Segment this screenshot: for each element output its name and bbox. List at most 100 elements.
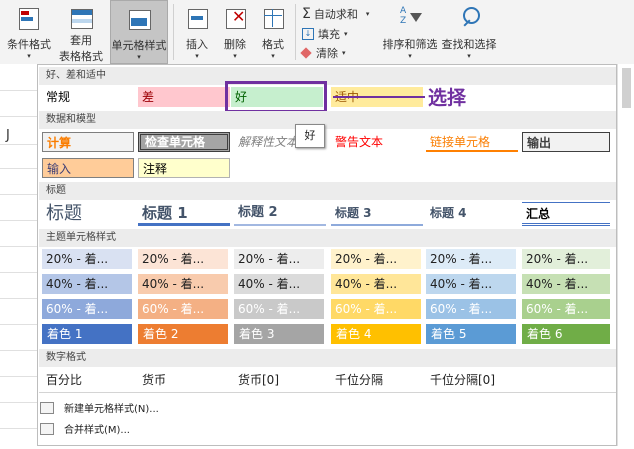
conditional-format-button[interactable]: 条件格式 ▾: [6, 0, 52, 64]
style-60-accent-6[interactable]: 60% - 着...: [522, 299, 610, 319]
ribbon: 条件格式 ▾ 套用 表格格式 单元格样式 ▾ 插入 ▾ ✕ 删除 ▾ 格式 ▾ …: [0, 0, 634, 65]
style-title[interactable]: 标题: [42, 202, 134, 226]
style-20-accent-6[interactable]: 20% - 着...: [522, 249, 610, 269]
row-gridline: [0, 376, 37, 377]
format-table-label-2: 表格格式: [59, 50, 103, 63]
style-60-accent-1[interactable]: 60% - 着...: [42, 299, 132, 319]
dropdown-arrow-icon: ▾: [27, 52, 31, 60]
annotation-arrow-line: [333, 96, 425, 98]
table-format-icon: [67, 6, 95, 30]
scrollbar[interactable]: [617, 64, 634, 446]
dropdown-arrow-icon: ▾: [233, 52, 237, 60]
style-input[interactable]: 输入: [42, 158, 134, 178]
style-heading-2[interactable]: 标题 2: [234, 202, 326, 226]
cell-styles-button[interactable]: 单元格样式 ▾: [110, 0, 168, 64]
style-currency[interactable]: 货币: [138, 370, 230, 390]
find-select-label: 查找和选择: [441, 38, 497, 51]
style-60-accent-5[interactable]: 60% - 着...: [426, 299, 516, 319]
style-accent-3[interactable]: 着色 3: [234, 324, 324, 344]
row-gridline: [0, 194, 37, 195]
worksheet-area[interactable]: J: [0, 64, 37, 449]
cell-styles-label: 单元格样式: [111, 39, 167, 52]
fill-button[interactable]: ↓ 填充 ▾: [302, 26, 348, 42]
style-20-accent-4[interactable]: 20% - 着...: [331, 249, 421, 269]
selection-highlight-box: [225, 81, 327, 113]
style-40-accent-3[interactable]: 40% - 着...: [234, 274, 324, 294]
style-heading-3[interactable]: 标题 3: [331, 202, 423, 226]
style-heading-4[interactable]: 标题 4: [426, 202, 518, 226]
style-60-accent-3[interactable]: 60% - 着...: [234, 299, 324, 319]
magnifier-icon: [455, 6, 483, 32]
style-percent[interactable]: 百分比: [42, 370, 134, 390]
sort-filter-label: 排序和筛选: [382, 38, 438, 51]
format-button[interactable]: 格式 ▾: [256, 0, 290, 64]
style-accent-2[interactable]: 着色 2: [138, 324, 228, 344]
style-20-accent-3[interactable]: 20% - 着...: [234, 249, 324, 269]
new-cell-style-menu-item[interactable]: 新建单元格样式(N)...: [40, 400, 159, 415]
style-accent-5[interactable]: 着色 5: [426, 324, 516, 344]
format-icon: [259, 6, 287, 32]
autosum-button[interactable]: Σ 自动求和 ▾: [302, 6, 369, 22]
row-gridline: [0, 324, 37, 325]
style-check-cell[interactable]: 检查单元格: [138, 132, 230, 152]
style-40-accent-4[interactable]: 40% - 着...: [331, 274, 421, 294]
style-accent-4[interactable]: 着色 4: [331, 324, 421, 344]
style-linked-cell[interactable]: 链接单元格: [426, 132, 518, 152]
insert-button[interactable]: 插入 ▾: [180, 0, 214, 64]
style-40-accent-6[interactable]: 40% - 着...: [522, 274, 610, 294]
tooltip: 好: [295, 124, 325, 148]
row-gridline: [0, 402, 37, 403]
section-data-model: 数据和模型: [39, 111, 616, 129]
clear-label: 清除: [316, 47, 338, 60]
style-20-accent-1[interactable]: 20% - 着...: [42, 249, 132, 269]
style-60-accent-4[interactable]: 60% - 着...: [331, 299, 421, 319]
style-60-accent-2[interactable]: 60% - 着...: [138, 299, 228, 319]
merge-styles-menu-item[interactable]: 合并样式(M)...: [40, 421, 130, 436]
row-gridline: [0, 220, 37, 221]
fill-down-icon: ↓: [302, 28, 314, 40]
delete-label: 删除: [224, 38, 246, 51]
row-gridline: [0, 168, 37, 169]
style-bad[interactable]: 差: [138, 87, 230, 107]
style-accent-1[interactable]: 着色 1: [42, 324, 132, 344]
scrollbar-thumb[interactable]: [622, 68, 631, 108]
style-40-accent-5[interactable]: 40% - 着...: [426, 274, 516, 294]
style-total[interactable]: 汇总: [522, 202, 610, 226]
style-warning[interactable]: 警告文本: [331, 132, 423, 152]
dropdown-arrow-icon: ▾: [137, 53, 141, 61]
style-20-accent-2[interactable]: 20% - 着...: [138, 249, 228, 269]
clear-button[interactable]: 清除 ▾: [300, 45, 346, 61]
sort-filter-icon: AZ: [396, 6, 424, 32]
dropdown-arrow-icon: ▾: [195, 52, 199, 60]
annotation-label: 选择: [428, 87, 467, 109]
sort-filter-button[interactable]: AZ 排序和筛选 ▾: [382, 0, 438, 64]
fill-label: 填充: [318, 28, 340, 41]
autosum-label: 自动求和: [313, 8, 358, 21]
format-table-label-1: 套用: [70, 34, 92, 47]
style-accent-6[interactable]: 着色 6: [522, 324, 610, 344]
style-40-accent-1[interactable]: 40% - 着...: [42, 274, 132, 294]
format-as-table-button[interactable]: 套用 表格格式: [56, 0, 106, 64]
style-note[interactable]: 注释: [138, 158, 230, 178]
dropdown-arrow-icon: ▾: [408, 52, 412, 60]
row-gridline: [0, 116, 37, 117]
style-40-accent-2[interactable]: 40% - 着...: [138, 274, 228, 294]
format-label: 格式: [262, 38, 284, 51]
conditional-format-icon: [15, 6, 43, 32]
style-output[interactable]: 输出: [522, 132, 610, 152]
style-normal[interactable]: 常规: [42, 87, 134, 107]
style-20-accent-5[interactable]: 20% - 着...: [426, 249, 516, 269]
style-calculation[interactable]: 计算: [42, 132, 134, 152]
style-currency-0[interactable]: 货币[0]: [234, 370, 326, 390]
eraser-icon: [300, 47, 312, 59]
style-comma[interactable]: 千位分隔: [331, 370, 423, 390]
section-number-format: 数字格式: [39, 349, 616, 367]
row-gridline: [0, 272, 37, 273]
find-select-button[interactable]: 查找和选择 ▾: [441, 0, 497, 64]
delete-button[interactable]: ✕ 删除 ▾: [218, 0, 252, 64]
menu-divider: [39, 392, 616, 393]
ribbon-separator: [295, 4, 296, 60]
dropdown-arrow-icon: ▾: [344, 30, 348, 38]
style-heading-1[interactable]: 标题 1: [138, 202, 230, 226]
style-comma-0[interactable]: 千位分隔[0]: [426, 370, 518, 390]
